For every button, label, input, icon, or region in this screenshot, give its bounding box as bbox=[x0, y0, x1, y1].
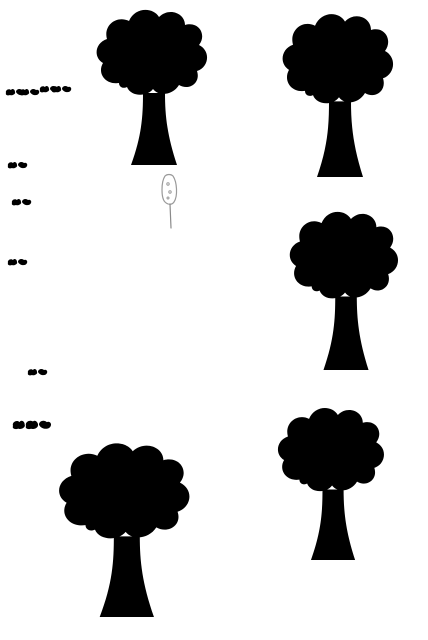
bush-icon bbox=[7, 258, 28, 266]
tree-icon bbox=[289, 211, 399, 370]
bush-icon bbox=[39, 85, 72, 93]
tree-icon bbox=[277, 408, 384, 560]
tree-icon bbox=[59, 443, 190, 617]
bush-icon bbox=[12, 420, 52, 430]
bush-icon bbox=[27, 368, 48, 376]
bush-icon bbox=[11, 198, 32, 206]
tree-icon bbox=[282, 14, 394, 178]
tree-icon bbox=[96, 9, 208, 165]
bush-icon bbox=[7, 161, 28, 169]
game-canvas[interactable] bbox=[0, 0, 428, 640]
player-sprite-icon[interactable] bbox=[161, 173, 178, 229]
bush-icon bbox=[5, 88, 40, 96]
